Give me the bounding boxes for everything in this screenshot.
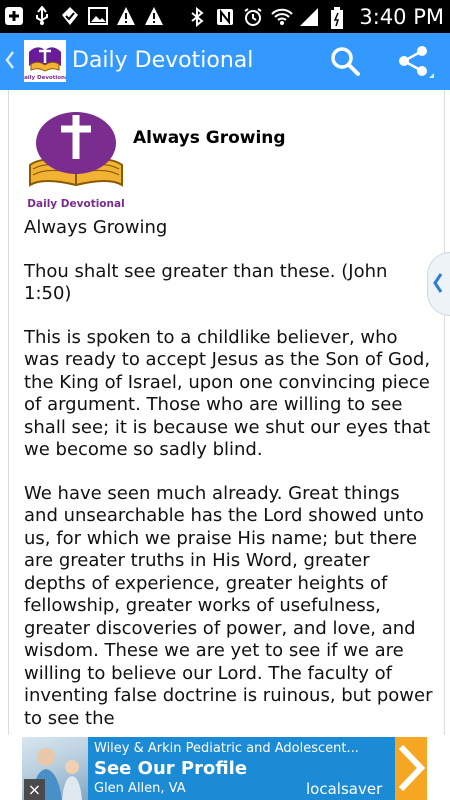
chevron-left-icon: [432, 271, 444, 301]
devotional-paragraph: Always Growing: [24, 217, 168, 238]
drawer-handle[interactable]: [427, 252, 450, 316]
bluetooth-icon: [187, 6, 207, 28]
devotional-content: Daily Devotional Always Growing Always G…: [8, 90, 445, 735]
action-bar: Daily Devotional Daily Devotional: [0, 33, 450, 90]
ad-banner[interactable]: Wiley & Arkin Pediatric and Adolescent..…: [22, 737, 427, 800]
share-icon[interactable]: [396, 43, 434, 79]
wifi-icon: [271, 7, 294, 27]
app-logo-icon[interactable]: Daily Devotional: [19, 40, 71, 82]
image-icon: [88, 6, 108, 26]
logo-caption: Daily Devotional: [27, 198, 124, 210]
ad-brand: localsaver: [306, 780, 383, 798]
app-title: Daily Devotional: [72, 48, 254, 73]
search-icon[interactable]: [327, 43, 363, 79]
ad-advertiser: Wiley & Arkin Pediatric and Adolescent..…: [94, 741, 359, 756]
ad-headline: See Our Profile: [94, 758, 248, 779]
warning-icon: [144, 6, 164, 26]
add-icon: [4, 6, 24, 26]
devotional-paragraph: Thou shalt see greater than these. (John…: [24, 260, 388, 305]
nfc-icon: [215, 7, 235, 27]
svg-text:Daily Devotional: Daily Devotional: [24, 75, 66, 81]
status-time: 3:40 PM: [359, 5, 444, 29]
chevron-right-icon[interactable]: [395, 737, 427, 800]
signal-icon: [299, 7, 319, 27]
back-chevron-icon[interactable]: [4, 49, 16, 76]
devotional-paragraph: This is spoken to a childlike believer, …: [24, 326, 431, 461]
status-bar: 3:40 PM: [0, 0, 450, 33]
alarm-icon: [243, 7, 263, 27]
check-icon: [60, 6, 80, 26]
warning-icon: [116, 6, 136, 26]
devotional-body: Always Growing Thou shalt see greater th…: [24, 217, 436, 735]
close-icon[interactable]: ×: [24, 779, 45, 800]
devotional-logo: Daily Devotional: [23, 103, 129, 215]
devotional-heading: Always Growing: [133, 128, 286, 148]
usb-icon: [32, 5, 52, 26]
battery-icon: [327, 7, 347, 29]
devotional-paragraph: We have seen much already. Great things …: [24, 482, 433, 729]
ad-location: Glen Allen, VA: [94, 781, 186, 796]
